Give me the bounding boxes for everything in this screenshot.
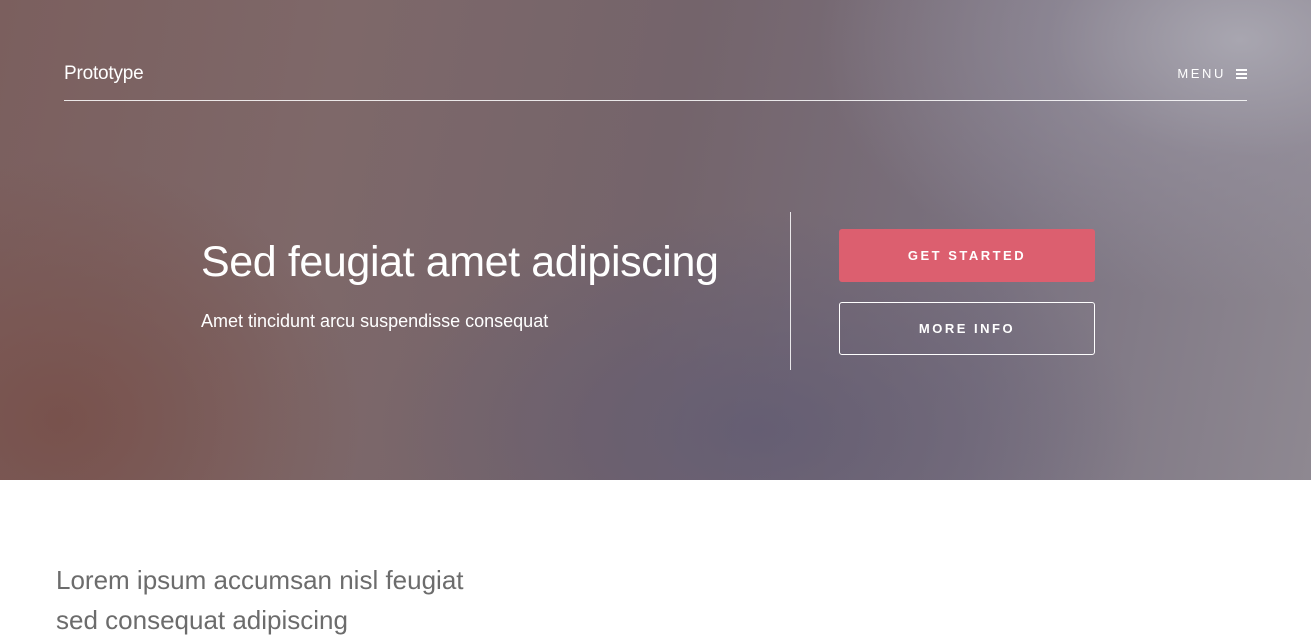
hero-banner: Prototype MENU Sed feugiat amet adipisci… xyxy=(0,0,1311,480)
hero-title: Sed feugiat amet adipiscing xyxy=(201,238,719,286)
get-started-button[interactable]: GET STARTED xyxy=(839,229,1095,282)
top-nav: Prototype MENU xyxy=(64,60,1247,101)
intro-heading: Lorem ipsum accumsan nisl feugiat sed co… xyxy=(56,560,576,640)
hamburger-icon xyxy=(1236,68,1247,79)
hero-subtitle: Amet tincidunt arcu suspendisse consequa… xyxy=(201,311,549,331)
intro-heading-line1: Lorem ipsum accumsan nisl feugiat xyxy=(56,565,464,595)
more-info-button[interactable]: MORE INFO xyxy=(839,302,1095,355)
menu-button[interactable]: MENU xyxy=(1177,66,1247,81)
brand-logo-link[interactable]: Prototype xyxy=(64,63,144,85)
hero-divider xyxy=(790,212,791,370)
menu-label: MENU xyxy=(1177,66,1226,81)
